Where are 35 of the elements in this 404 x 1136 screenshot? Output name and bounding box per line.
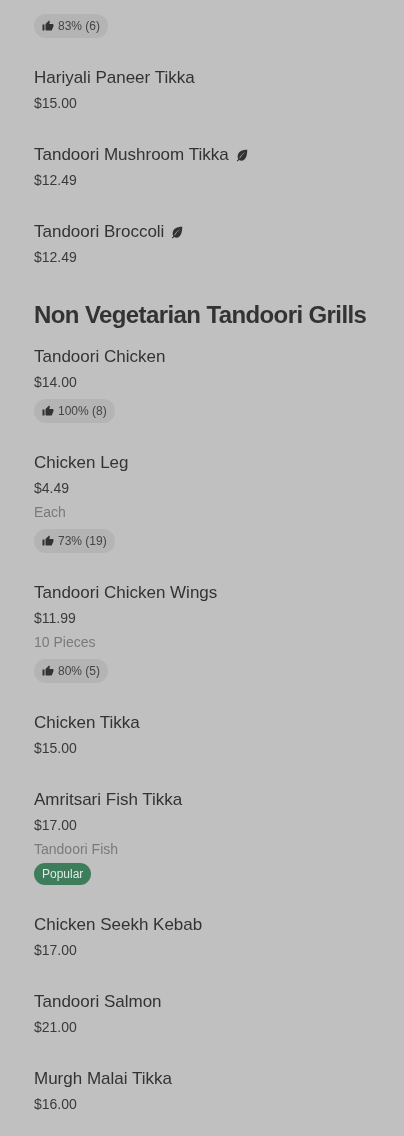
item-name[interactable]: Chicken Leg — [34, 450, 129, 476]
item-price: $16.00 — [34, 1095, 77, 1114]
item-name[interactable]: Chicken Tikka — [34, 710, 140, 736]
item-name[interactable]: Murgh Malai Tikka — [34, 1066, 172, 1092]
thumbs-up-icon — [42, 665, 54, 677]
popular-badge: Popular — [34, 863, 92, 885]
rating-text: 80% (5) — [58, 663, 101, 680]
rating-text: 73% (19) — [58, 533, 107, 550]
rating-text: 100% (8) — [58, 403, 107, 420]
item-price: $12.49 — [34, 248, 77, 267]
item-price: $4.49 — [34, 479, 70, 498]
item-name[interactable]: Tandoori Mushroom Tikka — [34, 142, 229, 168]
item-price: $12.49 — [34, 171, 77, 190]
item-name[interactable]: Hariyali Paneer Tikka — [34, 65, 195, 91]
section-heading: Non Vegetarian Tandoori Grills — [34, 300, 368, 330]
item-name[interactable]: Tandoori Chicken Wings — [34, 580, 218, 606]
item-price: $15.00 — [34, 94, 77, 113]
rating-text: 83% (6) — [58, 18, 101, 35]
thumbs-up-icon — [42, 20, 54, 32]
item-name[interactable]: Chicken Seekh Kebab — [34, 912, 203, 938]
item-note: 10 Pieces — [34, 633, 96, 652]
item-price: $14.00 — [34, 373, 77, 392]
item-name[interactable]: Tandoori Broccoli — [34, 219, 165, 245]
item-price: $17.00 — [34, 941, 77, 960]
item-note: Tandoori Fish — [34, 840, 119, 859]
thumbs-up-icon — [42, 405, 54, 417]
item-note: Each — [34, 503, 66, 522]
item-name[interactable]: Tandoori Chicken — [34, 344, 166, 370]
item-price: $17.00 — [34, 816, 77, 835]
item-price: $21.00 — [34, 1018, 77, 1037]
thumbs-up-icon — [42, 535, 54, 547]
item-name[interactable]: Tandoori Salmon — [34, 989, 162, 1015]
item-price: $11.99 — [34, 609, 76, 628]
item-name[interactable]: Amritsari Fish Tikka — [34, 787, 183, 813]
item-price: $15.00 — [34, 739, 77, 758]
